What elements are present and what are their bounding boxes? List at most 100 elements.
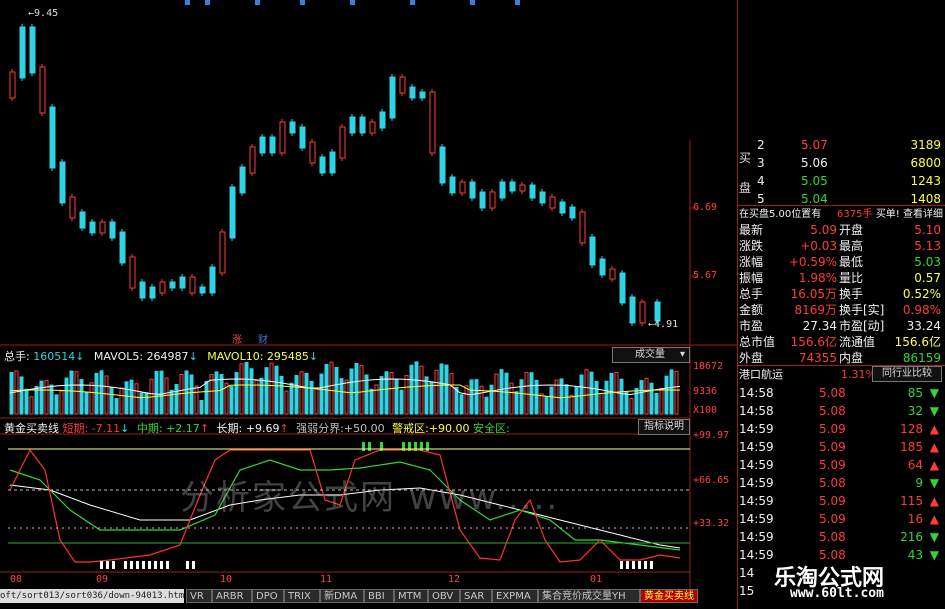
tick-row: 14:59 5.08 9 ▼ <box>737 474 945 492</box>
order-book-row[interactable]: 3 5.06 6800 <box>737 154 945 172</box>
quote-label: 内盘 <box>839 351 864 365</box>
signal-mark <box>620 561 623 569</box>
tab-bbi[interactable]: BBI <box>364 589 394 603</box>
quote-label: 总手 <box>739 287 764 301</box>
signal-mark <box>124 561 127 569</box>
volume-bar <box>54 394 59 415</box>
long-term-label: 长期 <box>216 422 239 435</box>
order-book-row[interactable]: 4 5.05 1243 <box>737 172 945 190</box>
candle-body <box>449 176 456 194</box>
volume-bar <box>634 387 639 415</box>
volume-bar <box>239 363 244 415</box>
volume-bar <box>604 380 609 415</box>
candle-body <box>469 181 476 199</box>
tab-golden-line[interactable]: 黄金买卖线 <box>640 589 698 603</box>
quote-label: 总市值 <box>739 335 776 349</box>
arrow-down-icon: ▼ <box>929 386 939 400</box>
candle-body <box>29 26 36 74</box>
quote-value: 1.98% <box>798 271 837 285</box>
candle-body <box>79 211 86 229</box>
buy-signal-mark <box>362 442 365 451</box>
tab-expma[interactable]: EXPMA <box>492 589 538 603</box>
tick-price: 5.09 <box>819 458 846 472</box>
buy-signal-mark <box>402 442 405 451</box>
volume-bar <box>584 369 589 415</box>
quote-row: 市盈 27.34 市盈[动] 33.24 <box>737 318 945 334</box>
volume-bar <box>44 380 49 415</box>
tab-auction-volume[interactable]: 集合竞价成交量YH <box>538 589 640 603</box>
date-label: 11 <box>320 574 333 585</box>
signal-mark <box>148 561 151 569</box>
indicator-header: 黄金买卖线 短期: -7.11↓ 中期: +2.17↑ 长期: +9.69↑ 强… <box>4 422 510 435</box>
candle-body <box>479 191 486 209</box>
tick-row: 14:59 5.08 216 ▼ <box>737 528 945 546</box>
volume-bar <box>539 393 544 415</box>
volume-bar <box>304 372 309 415</box>
candle-body <box>329 151 336 174</box>
volume-bar <box>259 377 264 415</box>
tick-volume: 115 <box>900 494 923 508</box>
volume-bar <box>279 375 284 415</box>
tick-volume: 216 <box>900 530 923 544</box>
volume-bar <box>159 370 164 415</box>
sector-name[interactable]: 港口航运 <box>739 366 783 384</box>
volume-bar <box>489 384 494 415</box>
tick-volume: 185 <box>900 440 923 454</box>
tick-price: 5.09 <box>819 494 846 508</box>
candle-body <box>399 76 406 94</box>
volume-bar <box>114 398 119 415</box>
tick-time: 14:58 <box>739 404 774 418</box>
volume-bar <box>564 384 569 415</box>
candle-body <box>369 121 376 134</box>
volume-bar <box>184 370 189 415</box>
volume-y-tick: X100 <box>693 405 718 416</box>
volume-bar <box>544 396 549 415</box>
tab-trix[interactable]: TRIX <box>284 589 320 603</box>
quote-label: 市盈[动] <box>839 319 885 333</box>
quote-label: 振幅 <box>739 271 764 285</box>
volume-bar <box>314 387 319 415</box>
volume-bar <box>69 370 74 415</box>
buy-signal-mark <box>414 442 417 451</box>
mavol10-label: MAVOL10 <box>207 350 260 363</box>
top-marker-dots <box>185 0 520 5</box>
date-label: 10 <box>220 574 233 585</box>
candle-body <box>89 221 96 234</box>
quote-label: 最新 <box>739 223 764 237</box>
candlestick-series <box>9 24 661 326</box>
tab-obv[interactable]: OBV <box>428 589 460 603</box>
indicator-help-button[interactable]: 指标说明 <box>638 419 690 435</box>
volume-bar <box>384 371 389 415</box>
volume-selector[interactable]: 成交量 ▾ <box>612 347 690 363</box>
volume-bar <box>644 377 649 415</box>
date-label: 12 <box>448 574 461 585</box>
volume-bar <box>414 361 419 415</box>
industry-compare-button[interactable]: 同行业比较 <box>872 366 942 382</box>
mavol10-value: 295485 <box>266 350 309 363</box>
tab-mtm[interactable]: MTM <box>394 589 428 603</box>
tab-dpo[interactable]: DPO <box>252 589 284 603</box>
signal-mark <box>166 561 169 569</box>
alert-zone-label: 警戒区:+90.00 <box>392 422 470 435</box>
price-y-tick: 5.67 <box>693 270 718 281</box>
volume-bar <box>649 382 654 415</box>
event-marker-zhang[interactable]: 涨 <box>232 331 242 346</box>
tab-arbr[interactable]: ARBR <box>212 589 252 603</box>
order-book-row[interactable]: 2 5.07 3189 <box>737 136 945 154</box>
volume-bar <box>454 387 459 415</box>
tab-sar[interactable]: SAR <box>460 589 492 603</box>
event-marker-cai[interactable]: 财 <box>258 331 268 346</box>
tick-price: 5.09 <box>819 440 846 454</box>
tab-vr[interactable]: VR <box>186 589 212 603</box>
arrow-up-icon: ▲ <box>929 422 939 436</box>
volume-bar <box>654 392 659 415</box>
mavol5-label: MAVOL5 <box>93 350 140 363</box>
brand-url[interactable]: www.60lt.com <box>790 586 884 601</box>
volume-bar <box>94 372 99 415</box>
tick-price: 5.09 <box>819 512 846 526</box>
quote-value: 0.57 <box>914 271 941 285</box>
tick-row: 14:58 5.08 32 ▼ <box>737 402 945 420</box>
tick-volume: 64 <box>907 458 923 472</box>
tab-new-dma[interactable]: 新DMA <box>320 589 364 603</box>
candle-body <box>429 91 436 154</box>
